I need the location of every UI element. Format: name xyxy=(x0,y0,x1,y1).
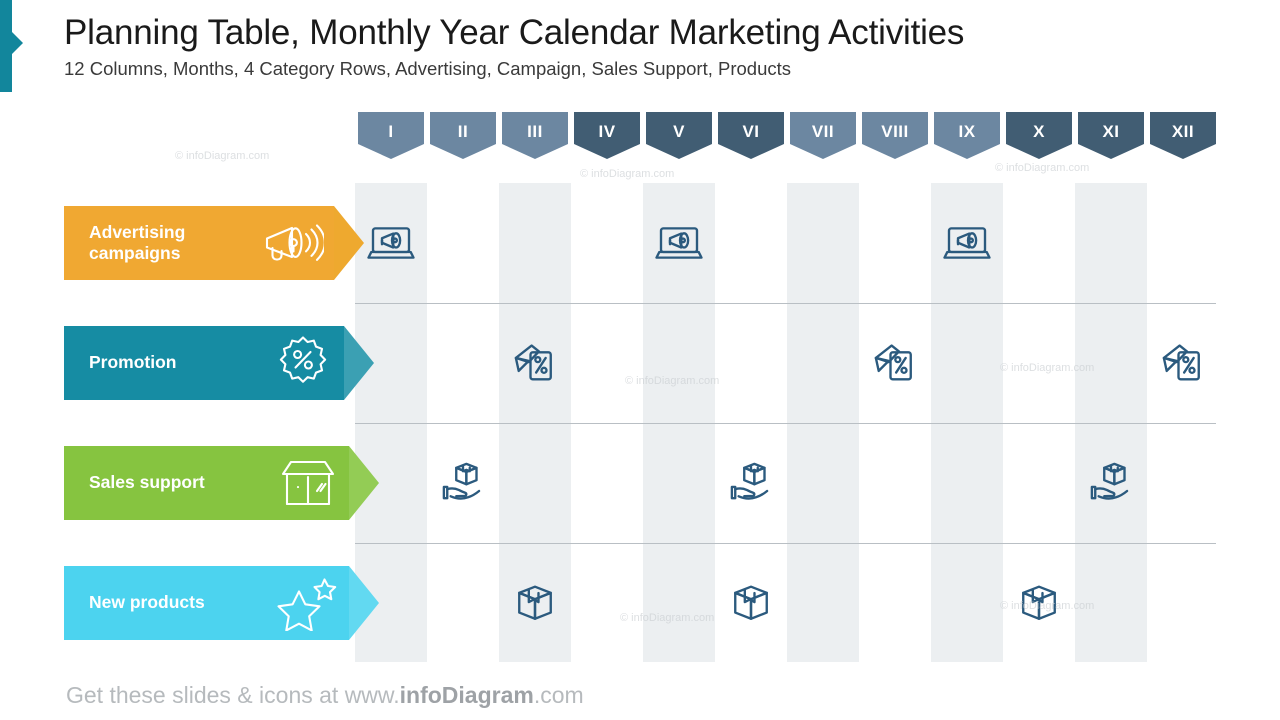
row-banner-arrow-tip xyxy=(349,446,379,520)
month-header-IV[interactable]: IV xyxy=(574,112,640,159)
row-banner-arrow-tip xyxy=(334,206,364,280)
month-header-VII[interactable]: VII xyxy=(790,112,856,159)
month-header-label: IX xyxy=(958,122,976,141)
month-header-label: VII xyxy=(811,122,835,141)
row-banner-label: Advertising campaigns xyxy=(89,221,186,263)
watermark: © infoDiagram.com xyxy=(175,150,270,162)
month-header-label: X xyxy=(1033,122,1045,141)
row-separator xyxy=(355,303,1216,304)
month-header-label: IV xyxy=(598,122,616,141)
row-banner-2[interactable]: Sales support xyxy=(64,446,379,520)
row-banner-body: Advertising campaigns xyxy=(64,206,334,280)
activity-marker-package-box-icon-X[interactable] xyxy=(1009,573,1069,633)
row-separator xyxy=(355,543,1216,544)
month-header-label: III xyxy=(527,122,543,141)
activity-marker-hand-holding-box-icon-VI[interactable] xyxy=(721,453,781,513)
page-title: Planning Table, Monthly Year Calendar Ma… xyxy=(64,13,965,52)
activity-marker-laptop-megaphone-icon-IX[interactable] xyxy=(937,213,997,273)
activity-marker-price-tags-percent-icon-XII[interactable] xyxy=(1153,333,1213,393)
row-banner-label: Promotion xyxy=(89,352,177,373)
row-banner-3[interactable]: New products xyxy=(64,566,379,640)
month-header-VIII[interactable]: VIII xyxy=(862,112,928,159)
two-stars-icon xyxy=(277,574,339,632)
footer-prefix: Get these slides & icons at www. xyxy=(66,682,400,708)
month-header-IX[interactable]: IX xyxy=(934,112,1000,159)
activity-marker-laptop-megaphone-icon-I[interactable] xyxy=(361,213,421,273)
row-banner-body: Promotion xyxy=(64,326,344,400)
month-header-VI[interactable]: VI xyxy=(718,112,784,159)
month-header-label: XII xyxy=(1171,122,1195,141)
row-banner-label: Sales support xyxy=(89,472,205,493)
planning-table: I II III IV V VI VII VIII IX X XI XII xyxy=(355,112,1216,662)
left-accent-bar xyxy=(0,0,12,92)
page-subtitle: 12 Columns, Months, 4 Category Rows, Adv… xyxy=(64,58,791,80)
month-header-label: V xyxy=(673,122,685,141)
activity-marker-hand-holding-box-icon-XI[interactable] xyxy=(1081,453,1141,513)
footer-suffix: .com xyxy=(533,682,584,708)
month-header-row: I II III IV V VI VII VIII IX X XI XII xyxy=(355,112,1216,170)
percent-badge-icon xyxy=(272,334,334,392)
row-separator xyxy=(355,423,1216,424)
row-banner-1[interactable]: Promotion xyxy=(64,326,374,400)
left-accent-arrow-icon xyxy=(12,32,23,54)
row-banner-arrow-tip xyxy=(344,326,374,400)
month-header-II[interactable]: II xyxy=(430,112,496,159)
activity-marker-package-box-icon-VI[interactable] xyxy=(721,573,781,633)
month-header-V[interactable]: V xyxy=(646,112,712,159)
header: Planning Table, Monthly Year Calendar Ma… xyxy=(64,12,1224,80)
month-header-XI[interactable]: XI xyxy=(1078,112,1144,159)
activity-marker-laptop-megaphone-icon-V[interactable] xyxy=(649,213,709,273)
month-header-label: VIII xyxy=(881,122,909,141)
month-header-X[interactable]: X xyxy=(1006,112,1072,159)
month-header-label: II xyxy=(457,122,469,141)
footer-promo-text: Get these slides & icons at www.infoDiag… xyxy=(66,682,584,709)
month-header-label: XI xyxy=(1102,122,1120,141)
grid-body xyxy=(355,183,1216,662)
activity-marker-package-box-icon-III[interactable] xyxy=(505,573,565,633)
activity-marker-price-tags-percent-icon-III[interactable] xyxy=(505,333,565,393)
megaphone-icon xyxy=(262,214,324,272)
storefront-icon xyxy=(277,454,339,512)
month-header-label: I xyxy=(388,122,394,141)
row-banner-body: Sales support xyxy=(64,446,349,520)
activity-marker-price-tags-percent-icon-VIII[interactable] xyxy=(865,333,925,393)
footer-brand: infoDiagram xyxy=(399,682,534,708)
activity-marker-hand-holding-box-icon-II[interactable] xyxy=(433,453,493,513)
row-banner-label: New products xyxy=(89,592,205,613)
month-header-XII[interactable]: XII xyxy=(1150,112,1216,159)
row-banner-body: New products xyxy=(64,566,349,640)
row-banner-arrow-tip xyxy=(349,566,379,640)
month-header-I[interactable]: I xyxy=(358,112,424,159)
month-header-label: VI xyxy=(742,122,760,141)
month-header-III[interactable]: III xyxy=(502,112,568,159)
row-banner-0[interactable]: Advertising campaigns xyxy=(64,206,364,280)
